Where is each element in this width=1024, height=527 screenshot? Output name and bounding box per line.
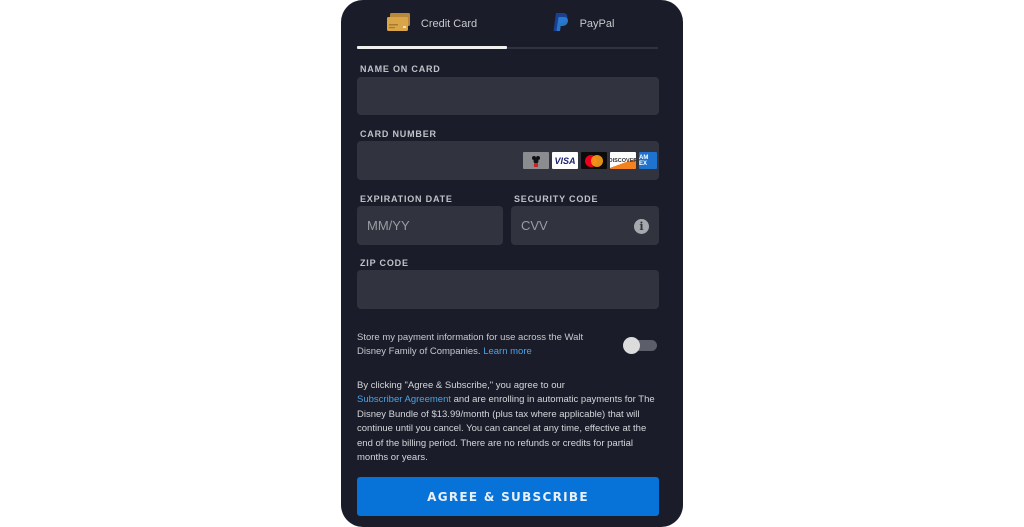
active-tab-indicator bbox=[357, 46, 507, 49]
expiration-date-input[interactable] bbox=[357, 206, 503, 245]
tab-paypal[interactable]: PayPal bbox=[508, 0, 658, 48]
store-payment-description: Store my payment information for use acr… bbox=[357, 332, 584, 357]
agree-subscribe-button[interactable]: AGREE & SUBSCRIBE bbox=[357, 477, 659, 516]
visa-icon: VISA bbox=[552, 152, 578, 169]
store-payment-text: Store my payment information for use acr… bbox=[357, 331, 607, 359]
tab-label: Credit Card bbox=[420, 18, 478, 30]
disney-card-icon bbox=[523, 152, 549, 169]
tab-credit-card[interactable]: Credit Card bbox=[357, 0, 507, 48]
zip-code-input[interactable] bbox=[357, 270, 659, 309]
payment-panel: Credit Card PayPal NAME ON CARD CARD NUM… bbox=[341, 0, 683, 527]
name-on-card-label: NAME ON CARD bbox=[360, 64, 441, 74]
expiration-date-label: EXPIRATION DATE bbox=[360, 194, 453, 204]
card-number-label: CARD NUMBER bbox=[360, 129, 437, 139]
toggle-knob bbox=[623, 337, 640, 354]
store-payment-toggle[interactable] bbox=[623, 337, 659, 354]
card-brand-logos: VISA DISCOVER AM EX bbox=[523, 152, 657, 169]
legal-prefix: By clicking "Agree & Subscribe," you agr… bbox=[357, 380, 565, 391]
paypal-icon bbox=[552, 12, 570, 37]
learn-more-link[interactable]: Learn more bbox=[483, 346, 532, 357]
info-icon[interactable]: i bbox=[634, 219, 649, 234]
zip-code-label: ZIP CODE bbox=[360, 258, 409, 268]
subscriber-agreement-link[interactable]: Subscriber Agreement bbox=[357, 394, 451, 405]
mastercard-icon bbox=[581, 152, 607, 169]
name-on-card-input[interactable] bbox=[357, 77, 659, 115]
legal-text: By clicking "Agree & Subscribe," you agr… bbox=[357, 379, 662, 465]
payment-method-tabs: Credit Card PayPal bbox=[357, 0, 658, 50]
discover-icon: DISCOVER bbox=[609, 152, 637, 169]
credit-card-icon bbox=[386, 12, 411, 36]
amex-icon: AM EX bbox=[639, 152, 657, 169]
security-code-label: SECURITY CODE bbox=[514, 194, 599, 204]
tab-label: PayPal bbox=[579, 18, 615, 30]
